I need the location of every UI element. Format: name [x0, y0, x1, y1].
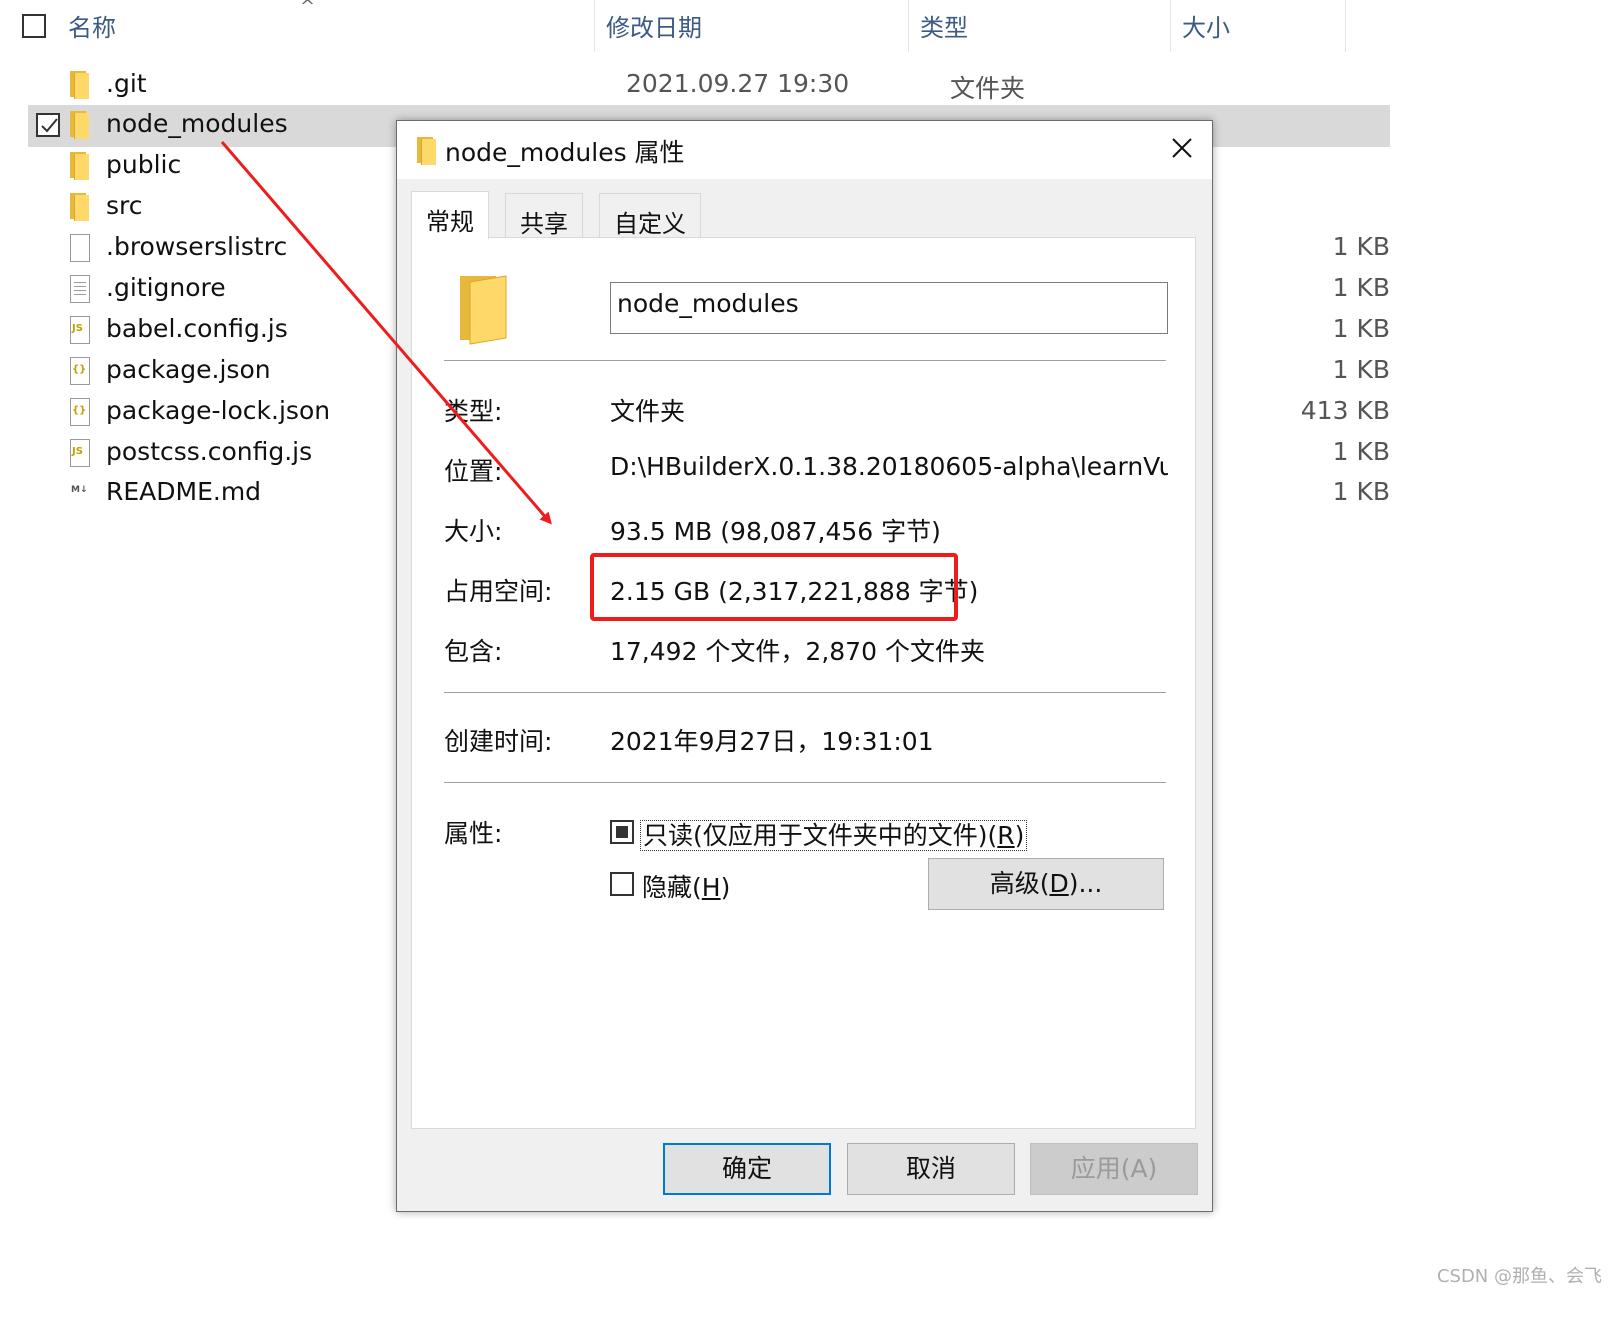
annotation-arrow [220, 141, 552, 525]
annotation-highlight-box [590, 553, 958, 621]
tab-general[interactable]: 常规 [411, 191, 489, 239]
annotation-overlay [220, 141, 552, 525]
watermark: CSDN @那鱼、会飞 [1436, 1266, 1602, 1287]
